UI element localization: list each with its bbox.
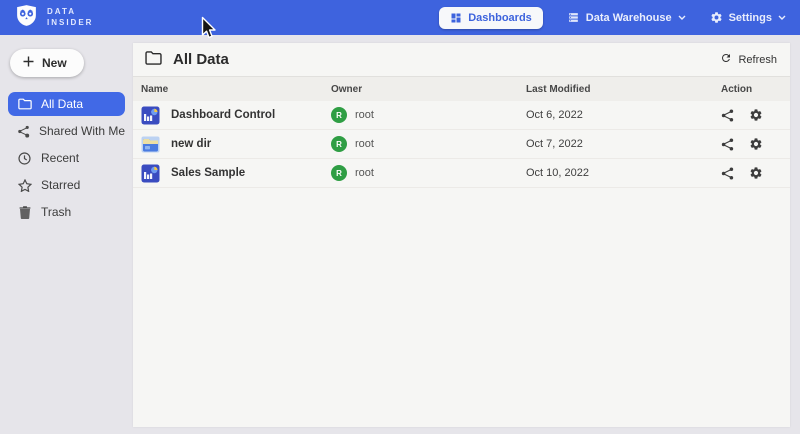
dashboard-file-icon (141, 106, 160, 125)
table-header: Name Owner Last Modified Action (133, 77, 790, 101)
column-header-last-modified: Last Modified (526, 84, 721, 95)
table-row[interactable]: Dashboard Control R root Oct 6, 2022 (133, 101, 790, 130)
table-row[interactable]: new dir R root Oct 7, 2022 (133, 130, 790, 159)
table-body: Dashboard Control R root Oct 6, 2022 (133, 101, 790, 188)
dashboard-file-icon (141, 164, 160, 183)
database-icon (567, 11, 580, 24)
sidebar-item-label: Trash (41, 205, 71, 219)
owner-avatar: R (331, 107, 347, 123)
folder-file-icon (141, 135, 160, 154)
owl-logo-icon (14, 3, 39, 33)
owner-avatar: R (331, 136, 347, 152)
share-action-button[interactable] (721, 138, 734, 151)
gear-icon (710, 11, 723, 24)
owner-cell: R root (331, 136, 526, 152)
main-content-card: All Data Refresh Name Owner Last Modifie… (133, 43, 790, 427)
owner-cell: R root (331, 107, 526, 123)
owner-name: root (355, 109, 374, 121)
sidebar-item-all-data[interactable]: All Data (8, 92, 125, 116)
dashboard-grid-icon (450, 12, 462, 24)
last-modified-date: Oct 6, 2022 (526, 109, 721, 121)
plus-icon (23, 56, 34, 70)
share-icon (17, 125, 30, 138)
last-modified-date: Oct 10, 2022 (526, 167, 721, 179)
sidebar-item-starred[interactable]: Starred (8, 173, 125, 197)
star-icon (17, 179, 32, 192)
file-name-cell: Sales Sample (141, 164, 331, 183)
sidebar-item-shared-with-me[interactable]: Shared With Me (8, 119, 125, 143)
settings-menu[interactable]: Settings (710, 11, 786, 24)
file-name: new dir (171, 138, 211, 150)
refresh-icon (720, 52, 732, 67)
refresh-button[interactable]: Refresh (720, 52, 777, 67)
data-warehouse-menu[interactable]: Data Warehouse (567, 11, 686, 24)
owner-name: root (355, 138, 374, 150)
folder-icon (145, 51, 162, 69)
sidebar-item-recent[interactable]: Recent (8, 146, 125, 170)
action-cell (721, 166, 782, 180)
app-logo: DATA INSIDER (14, 3, 93, 33)
dashboards-button[interactable]: Dashboards (439, 7, 543, 29)
file-name-cell: new dir (141, 135, 331, 154)
share-action-button[interactable] (721, 109, 734, 122)
content-header: All Data Refresh (133, 43, 790, 77)
refresh-label: Refresh (738, 54, 777, 66)
settings-action-button[interactable] (749, 108, 763, 122)
chevron-down-icon (678, 15, 686, 20)
top-bar: DATA INSIDER Dashboards Data Warehous (0, 0, 800, 35)
new-button-label: New (42, 56, 67, 70)
top-nav: Dashboards Data Warehouse (439, 7, 786, 29)
settings-action-button[interactable] (749, 166, 763, 180)
dashboards-label: Dashboards (468, 12, 532, 24)
sidebar-item-trash[interactable]: Trash (8, 200, 125, 224)
page-title: All Data (145, 51, 229, 69)
settings-label: Settings (729, 12, 772, 24)
page-title-label: All Data (173, 51, 229, 68)
last-modified-date: Oct 7, 2022 (526, 138, 721, 150)
owner-name: root (355, 167, 374, 179)
chevron-down-icon (778, 15, 786, 20)
file-name: Sales Sample (171, 167, 245, 179)
table-row[interactable]: Sales Sample R root Oct 10, 2022 (133, 159, 790, 188)
owner-cell: R root (331, 165, 526, 181)
trash-icon (17, 206, 32, 219)
file-name: Dashboard Control (171, 109, 275, 121)
column-header-action: Action (721, 84, 782, 95)
sidebar-item-label: Shared With Me (39, 124, 125, 138)
share-action-button[interactable] (721, 167, 734, 180)
sidebar: New All Data Shared With Me Recent (0, 35, 133, 434)
data-warehouse-label: Data Warehouse (586, 12, 672, 24)
logo-text: DATA INSIDER (47, 7, 93, 29)
clock-icon (17, 152, 32, 165)
folder-icon (17, 98, 32, 110)
column-header-name: Name (141, 84, 331, 95)
owner-avatar: R (331, 165, 347, 181)
action-cell (721, 108, 782, 122)
file-name-cell: Dashboard Control (141, 106, 331, 125)
action-cell (721, 137, 782, 151)
sidebar-item-label: All Data (41, 97, 83, 111)
settings-action-button[interactable] (749, 137, 763, 151)
sidebar-item-label: Starred (41, 178, 80, 192)
column-header-owner: Owner (331, 84, 526, 95)
new-button[interactable]: New (10, 49, 84, 77)
sidebar-item-label: Recent (41, 151, 79, 165)
